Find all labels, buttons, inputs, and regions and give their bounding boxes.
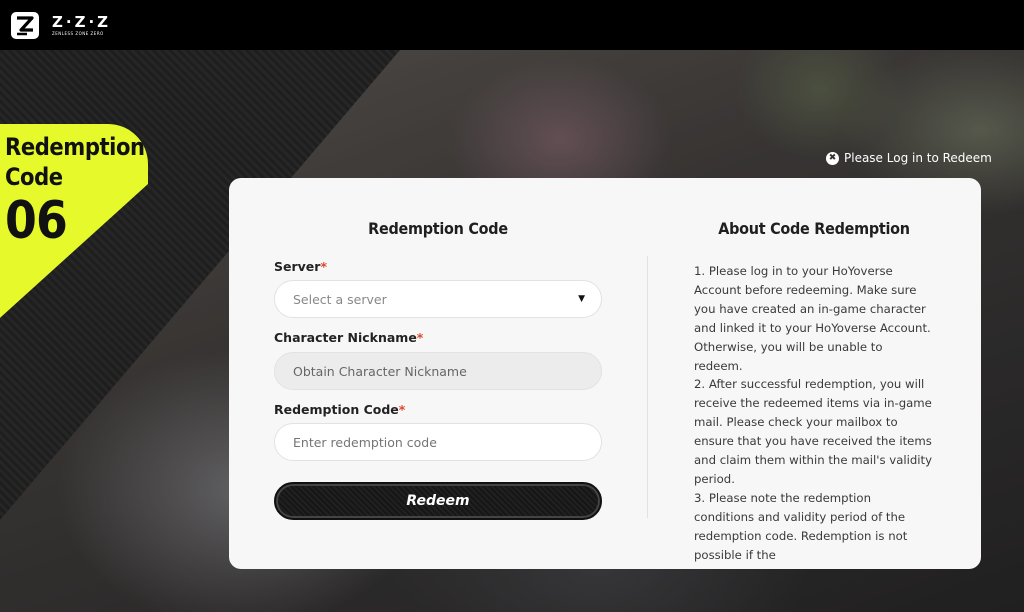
top-bar: Z·Z·Z ZENLESS ZONE ZERO bbox=[0, 0, 1024, 50]
badge-line-2: Code bbox=[5, 163, 63, 191]
nickname-placeholder: Obtain Character Nickname bbox=[293, 363, 467, 379]
zzz-logo[interactable]: Z·Z·Z ZENLESS ZONE ZERO bbox=[10, 10, 111, 40]
badge-line-1: Redemption bbox=[5, 133, 145, 161]
nickname-field[interactable]: Obtain Character Nickname bbox=[274, 352, 602, 390]
badge-text: Redemption Code 06 bbox=[5, 132, 164, 250]
nickname-label: Character Nickname* bbox=[274, 330, 424, 345]
about-paragraph-1: 1. Please log in to your HoYoverse Accou… bbox=[694, 264, 931, 373]
logo-title: Z·Z·Z bbox=[52, 12, 112, 31]
form-title: Redemption Code bbox=[368, 219, 508, 238]
about-title: About Code Redemption bbox=[718, 219, 910, 238]
logo-subtitle: ZENLESS ZONE ZERO bbox=[52, 30, 104, 36]
about-text: 1. Please log in to your HoYoverse Accou… bbox=[694, 262, 934, 565]
zzz-logo-icon bbox=[11, 12, 39, 39]
login-link-label: Please Log in to Redeem bbox=[844, 151, 992, 165]
user-icon: ✖ bbox=[826, 151, 839, 165]
redemption-card: Redemption Code Server* Select a server … bbox=[229, 178, 981, 569]
login-link[interactable]: ✖ Please Log in to Redeem bbox=[826, 151, 992, 165]
dropdown-caret-icon: ▼ bbox=[578, 294, 585, 304]
badge-number: 06 bbox=[5, 191, 68, 251]
code-label: Redemption Code* bbox=[274, 402, 406, 417]
server-select-value: Select a server bbox=[293, 291, 387, 307]
redemption-code-input[interactable] bbox=[274, 423, 602, 461]
about-paragraph-3: 3. Please note the redemption conditions… bbox=[694, 490, 908, 562]
column-divider bbox=[647, 256, 648, 518]
redeem-button[interactable]: Redeem bbox=[274, 482, 602, 520]
about-paragraph-2: 2. After successful redemption, you will… bbox=[694, 377, 933, 486]
server-select[interactable]: Select a server ▼ bbox=[274, 280, 602, 318]
server-label: Server* bbox=[274, 259, 327, 274]
